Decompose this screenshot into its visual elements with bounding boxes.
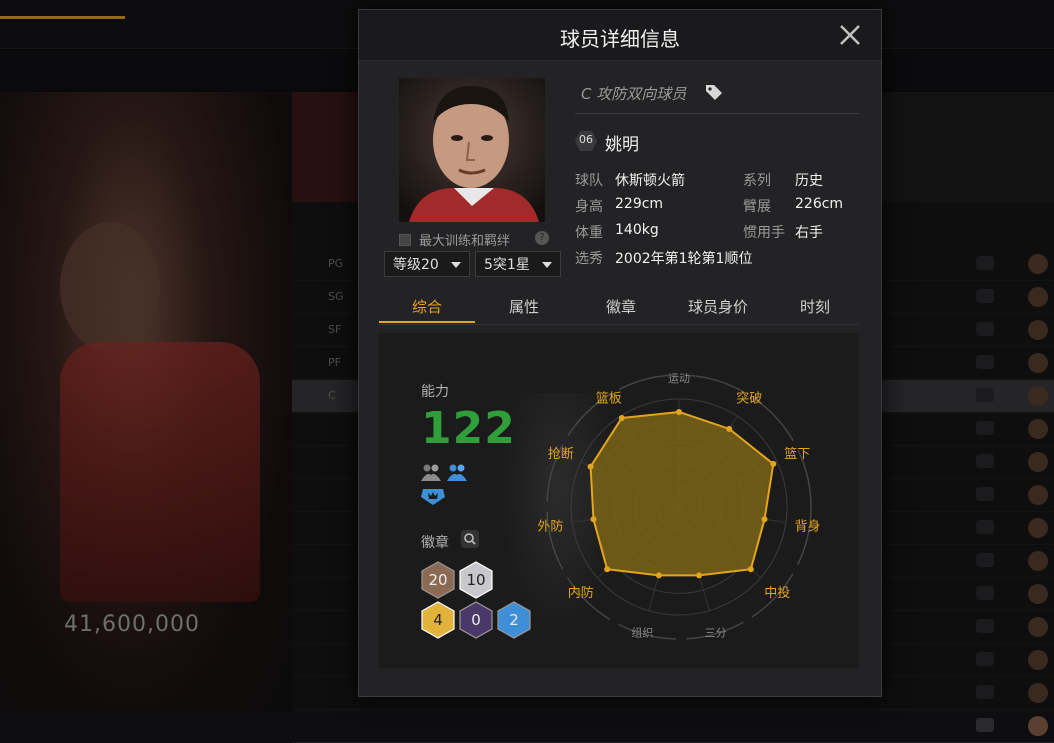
tab-attributes[interactable]: 属性: [476, 296, 572, 317]
badge-gold-count: 4: [421, 601, 455, 639]
badge-count-value: 20: [428, 571, 448, 589]
tab-value[interactable]: 球员身价: [670, 296, 766, 317]
player-info-key: 体重: [575, 225, 603, 241]
badge-bronze-count: 20: [421, 561, 455, 599]
search-icon: [464, 533, 476, 545]
player-info-key: 选秀: [575, 251, 603, 267]
badge-label: 徽章: [421, 535, 449, 551]
crown-shield-icon: [421, 489, 445, 505]
radar-point: [726, 425, 733, 432]
radar-axis-label: 组织: [631, 626, 653, 640]
radar-axis-label: 背身: [795, 519, 821, 535]
badge-count-value: 2: [509, 611, 519, 629]
star-select-value: 5突1星: [484, 257, 530, 273]
radar-axis-label: 内防: [568, 585, 594, 601]
player-position-tag: C 攻防双向球员: [581, 85, 687, 103]
chevron-down-icon: [542, 262, 552, 268]
player-info-key: 系列: [743, 173, 771, 189]
ability-radar-chart: 运动突破篮下背身中投三分 组织 内防 外防 抢断 篮板: [537, 373, 821, 640]
radar-area: [589, 410, 775, 577]
radar-axis-label: 外防: [537, 519, 563, 535]
modal-title: 球员详细信息: [560, 27, 680, 51]
close-button[interactable]: [837, 22, 863, 48]
player-info-key: 身高: [575, 199, 603, 215]
badge-count-value: 10: [466, 571, 486, 589]
header-divider: [575, 113, 859, 114]
badge-count-value: 4: [433, 611, 443, 629]
two-way-icon: [421, 464, 441, 481]
tag-icon[interactable]: [705, 84, 723, 104]
player-info-value: 229cm: [615, 196, 664, 212]
radar-point: [587, 463, 594, 470]
active-tab-indicator: [379, 321, 475, 323]
tab-moments[interactable]: 时刻: [767, 296, 863, 317]
radar-point: [604, 566, 611, 573]
gem-icon: [976, 718, 994, 732]
radar-point: [655, 572, 662, 579]
skill-icons: [421, 463, 481, 511]
badge-count-value: 0: [471, 611, 481, 629]
player-portrait: [399, 78, 545, 222]
level-select-value: 等级20: [393, 257, 439, 273]
player-detail-modal: 球员详细信息 最大训练和羁绊 ? 等级20 5突1星 C 攻防双向球员 06 姚…: [358, 9, 882, 697]
radar-point: [590, 516, 597, 523]
help-icon[interactable]: ?: [535, 231, 549, 245]
tab-overview[interactable]: 综合: [379, 296, 475, 317]
radar-point: [770, 460, 777, 467]
player-info-value: 历史: [795, 173, 823, 189]
detail-tabs: 综合 属性 徽章 球员身价 时刻: [379, 290, 859, 325]
close-icon: [840, 25, 860, 45]
player-info-item: 身高 229cm: [575, 196, 663, 216]
player-info-key: 球队: [575, 173, 603, 189]
chevron-down-icon: [451, 262, 461, 268]
badge-search-button[interactable]: [461, 530, 479, 548]
radar-point: [676, 408, 682, 415]
roster-row[interactable]: [292, 710, 1054, 743]
radar-axis-label: 篮板: [596, 392, 622, 407]
player-info-key: 惯用手: [743, 225, 785, 241]
jersey-number: 06: [579, 133, 593, 146]
max-training-toggle[interactable]: 最大训练和羁绊 ?: [399, 230, 559, 249]
radar-axis-label: 三分: [705, 627, 727, 640]
radar-axis-label: 篮下: [784, 447, 810, 462]
radar-point: [747, 566, 754, 573]
player-info-item: 选秀 2002年第1轮第1顺位: [575, 248, 752, 268]
player-info-item: 系列 历史: [743, 170, 823, 190]
radar-axis-label: 运动: [668, 373, 690, 385]
player-info-item: 球队 休斯顿火箭: [575, 170, 685, 190]
player-info-item: 臂展 226cm: [743, 196, 843, 216]
jersey-number-badge: 06: [575, 131, 597, 151]
max-training-checkbox[interactable]: [399, 234, 411, 246]
badge-purple-count: 0: [459, 601, 493, 639]
max-training-label: 最大训练和羁绊: [419, 234, 511, 249]
tab-badges[interactable]: 徽章: [573, 296, 669, 317]
star-select[interactable]: 5突1星: [475, 251, 561, 277]
player-info-value: 226cm: [795, 196, 844, 212]
badge-silver-count: 10: [459, 561, 493, 599]
player-info-key: 臂展: [743, 199, 771, 215]
radar-point: [761, 516, 768, 523]
player-info-item: 体重 140kg: [575, 222, 659, 242]
player-info-value: 右手: [795, 225, 823, 241]
radar-point: [618, 414, 625, 421]
radar-point: [696, 572, 703, 579]
player-info-value: 休斯顿火箭: [615, 173, 685, 189]
defender-icon: [447, 464, 467, 481]
overview-panel: 能力 122 徽章 20 10 4 0 2 运动 突破 篮下 背身 中投 三分 …: [379, 333, 859, 668]
radar-axis-label: 中投: [764, 585, 790, 601]
player-info-value: 140kg: [615, 222, 659, 238]
level-select[interactable]: 等级20: [384, 251, 470, 277]
ability-label: 能力: [421, 384, 449, 400]
player-portrait-image: [399, 78, 545, 222]
modal-header: 球员详细信息: [359, 10, 881, 61]
avatar: [1028, 716, 1048, 736]
player-info-item: 惯用手 右手: [743, 222, 823, 242]
player-name: 姚明: [605, 135, 639, 155]
radar-axis-label: 突破: [736, 391, 762, 407]
badge-blue-count: 2: [497, 601, 531, 639]
radar-axis-label: 抢断: [548, 446, 574, 462]
ability-value: 122: [421, 403, 516, 454]
player-info-value: 2002年第1轮第1顺位: [615, 251, 753, 267]
